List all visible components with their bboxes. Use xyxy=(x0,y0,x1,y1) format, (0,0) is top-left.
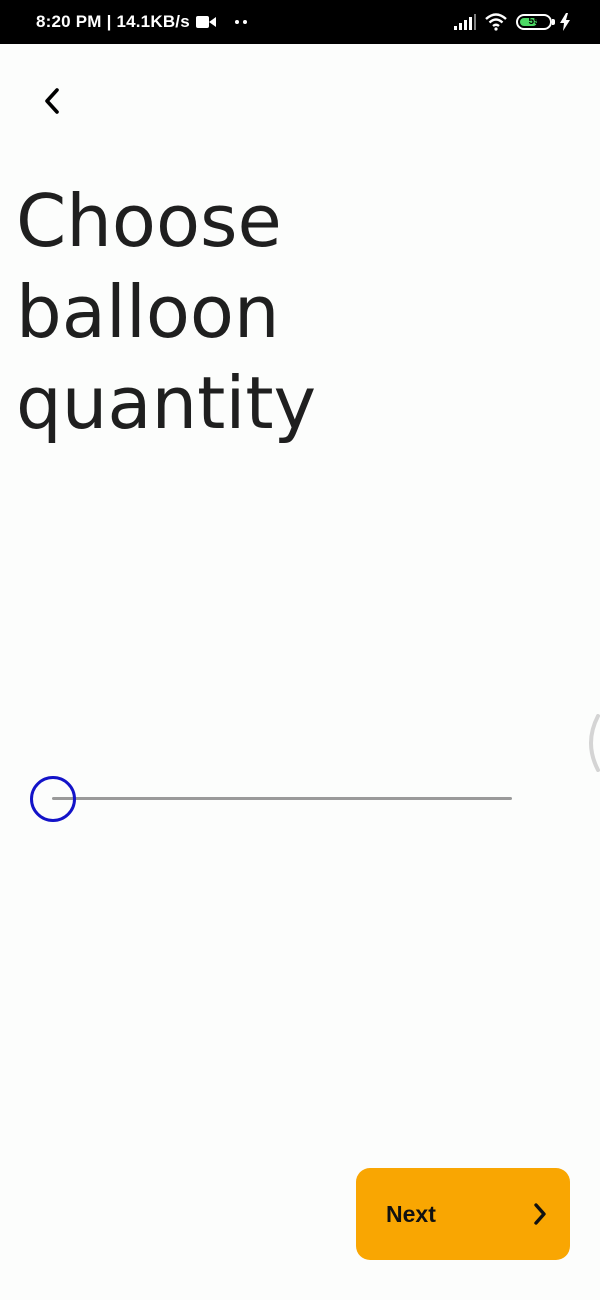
slider-track[interactable] xyxy=(52,797,512,800)
charging-bolt-icon xyxy=(560,13,570,31)
video-camera-icon xyxy=(195,15,216,29)
more-dots-icon xyxy=(234,19,248,25)
quantity-slider[interactable] xyxy=(30,776,514,822)
next-button-label: Next xyxy=(386,1200,436,1227)
chevron-left-icon xyxy=(41,86,63,116)
battery-icon: 59 xyxy=(516,14,555,30)
back-button[interactable] xyxy=(26,78,78,124)
battery-level: 59 xyxy=(528,16,540,27)
signal-icon xyxy=(454,14,476,30)
status-right: 59 xyxy=(454,0,570,44)
status-time-speed: 8:20 PM | 14.1KB/s xyxy=(36,12,190,31)
next-button[interactable]: Next xyxy=(356,1168,570,1260)
wifi-icon xyxy=(484,13,508,31)
battery-nub xyxy=(552,19,555,25)
status-bar: 8:20 PM | 14.1KB/s 59 xyxy=(0,0,600,44)
screen: 8:20 PM | 14.1KB/s 59 Choose balloon qua… xyxy=(0,0,600,1300)
chevron-right-icon xyxy=(532,1202,548,1226)
slider-thumb[interactable] xyxy=(30,776,76,822)
edge-handle[interactable] xyxy=(582,714,600,772)
status-left: 8:20 PM | 14.1KB/s xyxy=(36,0,248,44)
page-title: Choose balloon quantity xyxy=(16,179,317,445)
